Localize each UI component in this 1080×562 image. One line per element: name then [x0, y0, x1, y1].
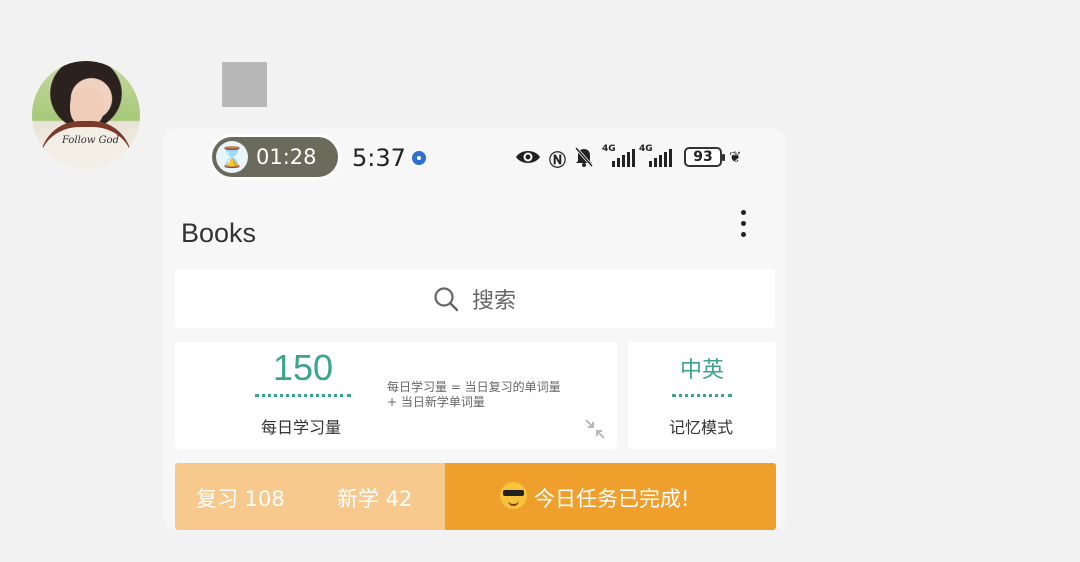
daily-progress-bar[interactable]: 复习 108 新学 42 今日任务已完成! [175, 463, 776, 530]
bell-off-icon [575, 147, 593, 167]
progress-counts: 复习 108 新学 42 [175, 463, 445, 530]
daily-amount-underline [255, 394, 351, 397]
sunglasses-emoji-icon [500, 482, 527, 509]
daily-amount-formula: 每日学习量 = 当日复习的单词量 + 当日新学单词量 [387, 380, 561, 409]
signal-sim1-icon: 4G [602, 144, 635, 169]
placeholder-block [222, 62, 267, 107]
task-complete-banner[interactable]: 今日任务已完成! [445, 463, 776, 530]
daily-amount-value[interactable]: 150 [253, 347, 353, 389]
task-complete-text: 今日任务已完成! [534, 487, 690, 511]
new-learn-count: 新学 42 [337, 487, 413, 511]
collapse-icon[interactable] [584, 418, 606, 440]
timer-pill[interactable]: ⌛ 01:28 [209, 134, 341, 180]
screenshot-card: ⌛ 01:28 5:37 Ⓝ 4G 4G 93 ❦ Books 搜索 150 每… [163, 128, 786, 531]
daily-amount-label: 每日学习量 [261, 418, 342, 437]
location-dot-icon [412, 151, 426, 165]
eye-icon [516, 151, 540, 163]
memory-mode-value[interactable]: 中英 [628, 352, 776, 384]
more-options-icon[interactable] [741, 210, 749, 240]
clock: 5:37 [352, 144, 406, 172]
nfc-icon: Ⓝ [549, 151, 566, 171]
avatar-shirt: Follow God [40, 121, 132, 169]
hourglass-icon: ⌛ [216, 141, 248, 173]
page-title: Books [181, 218, 257, 248]
memory-mode-underline [672, 394, 732, 397]
battery-icon: 93 [684, 147, 725, 167]
search-icon [434, 287, 459, 312]
leaf-icon: ❦ [729, 148, 742, 166]
battery-level: 93 [693, 149, 713, 165]
daily-amount-card[interactable]: 150 每日学习量 每日学习量 = 当日复习的单词量 + 当日新学单词量 [175, 342, 617, 449]
timer-text: 01:28 [256, 145, 317, 169]
signal-sim2-icon: 4G [639, 144, 672, 169]
search-placeholder: 搜索 [472, 289, 517, 314]
status-bar: ⌛ 01:28 5:37 Ⓝ 4G 4G 93 ❦ [163, 128, 786, 186]
search-bar[interactable]: 搜索 [175, 269, 775, 328]
review-count: 复习 108 [196, 487, 285, 511]
memory-mode-label: 记忆模式 [669, 418, 734, 437]
memory-mode-card[interactable]: 中英 记忆模式 [628, 342, 776, 449]
avatar[interactable]: Follow God [32, 61, 140, 169]
shirt-print: Follow God [62, 135, 119, 146]
